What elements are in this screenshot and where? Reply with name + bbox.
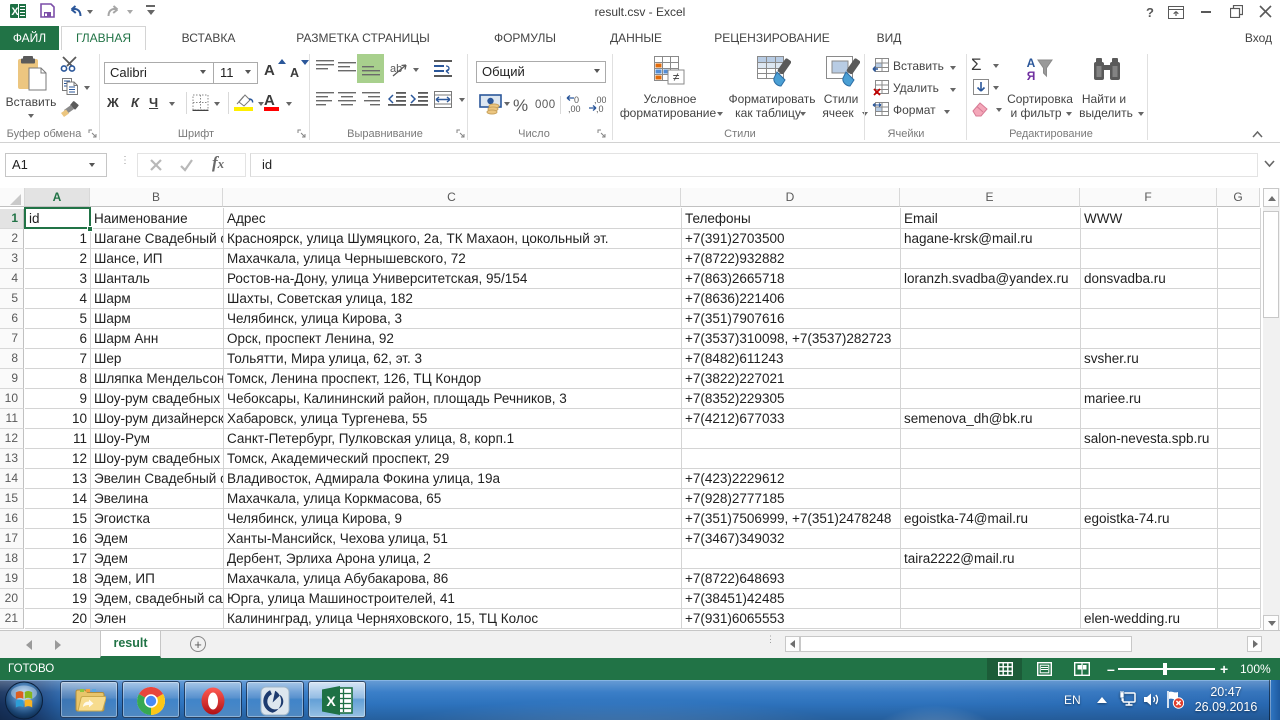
svg-text:,00: ,00 (568, 104, 581, 114)
svg-text:X: X (326, 693, 336, 709)
svg-text:≠: ≠ (673, 70, 680, 84)
svg-text:Я: Я (1027, 69, 1036, 83)
svg-text:А: А (1027, 56, 1036, 70)
